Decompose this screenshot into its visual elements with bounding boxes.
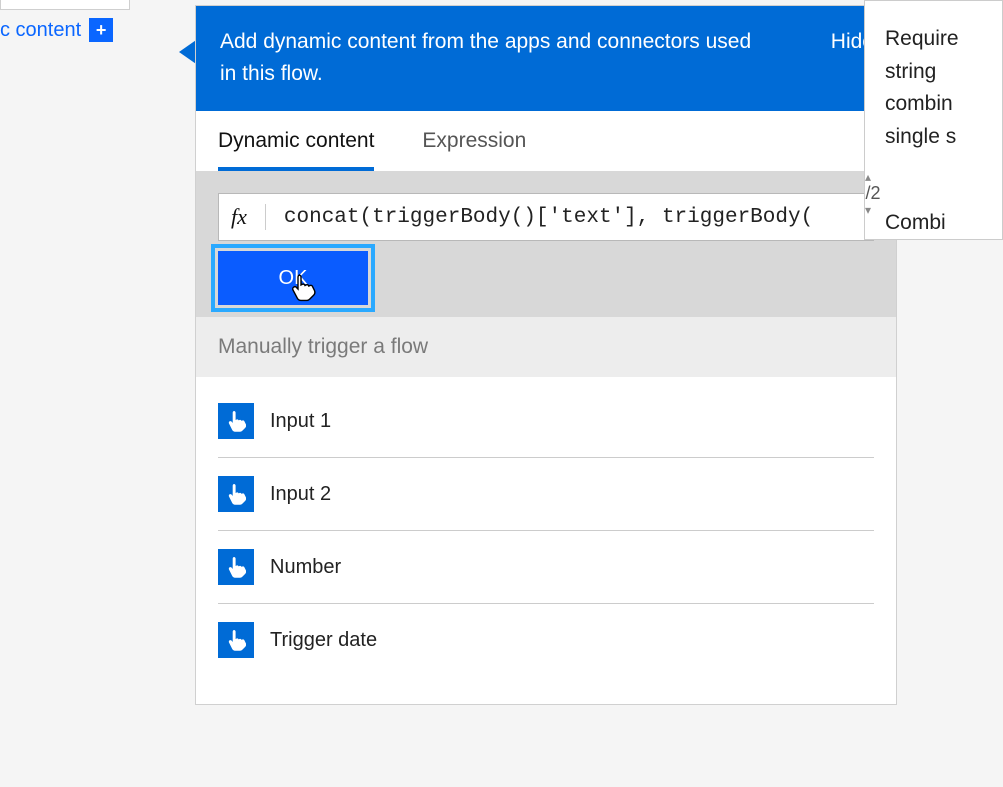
ok-button[interactable]: OK [218, 251, 368, 305]
dynamic-content-item[interactable]: Input 2 [218, 458, 874, 531]
counter-spinner[interactable]: 2/2 [864, 171, 885, 217]
expression-text: concat(triggerBody()['text'], triggerBod… [284, 206, 813, 229]
touch-icon [218, 403, 254, 439]
touch-icon [218, 476, 254, 512]
touch-icon [218, 622, 254, 658]
panel-header-text: Add dynamic content from the apps and co… [220, 26, 760, 89]
counter-value: 2/2 [864, 183, 881, 203]
expression-area: fx concat(triggerBody()['text'], trigger… [196, 171, 896, 317]
dynamic-content-panel: Add dynamic content from the apps and co… [196, 6, 896, 704]
dynamic-content-link-text: c content [0, 19, 81, 42]
tab-dynamic-content[interactable]: Dynamic content [218, 129, 374, 171]
dynamic-content-item[interactable]: Input 1 [218, 385, 874, 458]
chevron-down-icon[interactable] [864, 204, 885, 217]
item-label: Input 1 [270, 410, 331, 433]
tooltip-line: combin [885, 88, 992, 121]
section-heading: Manually trigger a flow [196, 317, 896, 377]
touch-icon [218, 549, 254, 585]
dynamic-content-items: Input 1 Input 2 Number Trigger date [196, 377, 896, 704]
field-remnant [0, 0, 130, 10]
plus-icon: + [89, 18, 113, 42]
item-label: Trigger date [270, 629, 377, 652]
tooltip-text: Require string combin single s [865, 1, 1002, 157]
tooltip-line: Require [885, 23, 992, 56]
dynamic-content-item[interactable]: Trigger date [218, 604, 874, 676]
tooltip-bottom-line: Combi [885, 211, 946, 235]
tooltip-line: single s [885, 121, 992, 154]
tab-expression[interactable]: Expression [422, 129, 526, 171]
tooltip-line: string [885, 56, 992, 89]
item-label: Input 2 [270, 483, 331, 506]
tooltip-card: Require string combin single s 2/2 Combi [864, 0, 1003, 240]
dynamic-content-item[interactable]: Number [218, 531, 874, 604]
item-label: Number [270, 556, 341, 579]
tab-bar: Dynamic content Expression [196, 111, 896, 171]
panel-header: Add dynamic content from the apps and co… [196, 6, 896, 111]
fx-icon: fx [231, 204, 266, 230]
dynamic-content-link-row[interactable]: c content + [0, 18, 130, 42]
ok-button-label: OK [279, 267, 308, 290]
expression-input[interactable]: fx concat(triggerBody()['text'], trigger… [218, 193, 874, 241]
